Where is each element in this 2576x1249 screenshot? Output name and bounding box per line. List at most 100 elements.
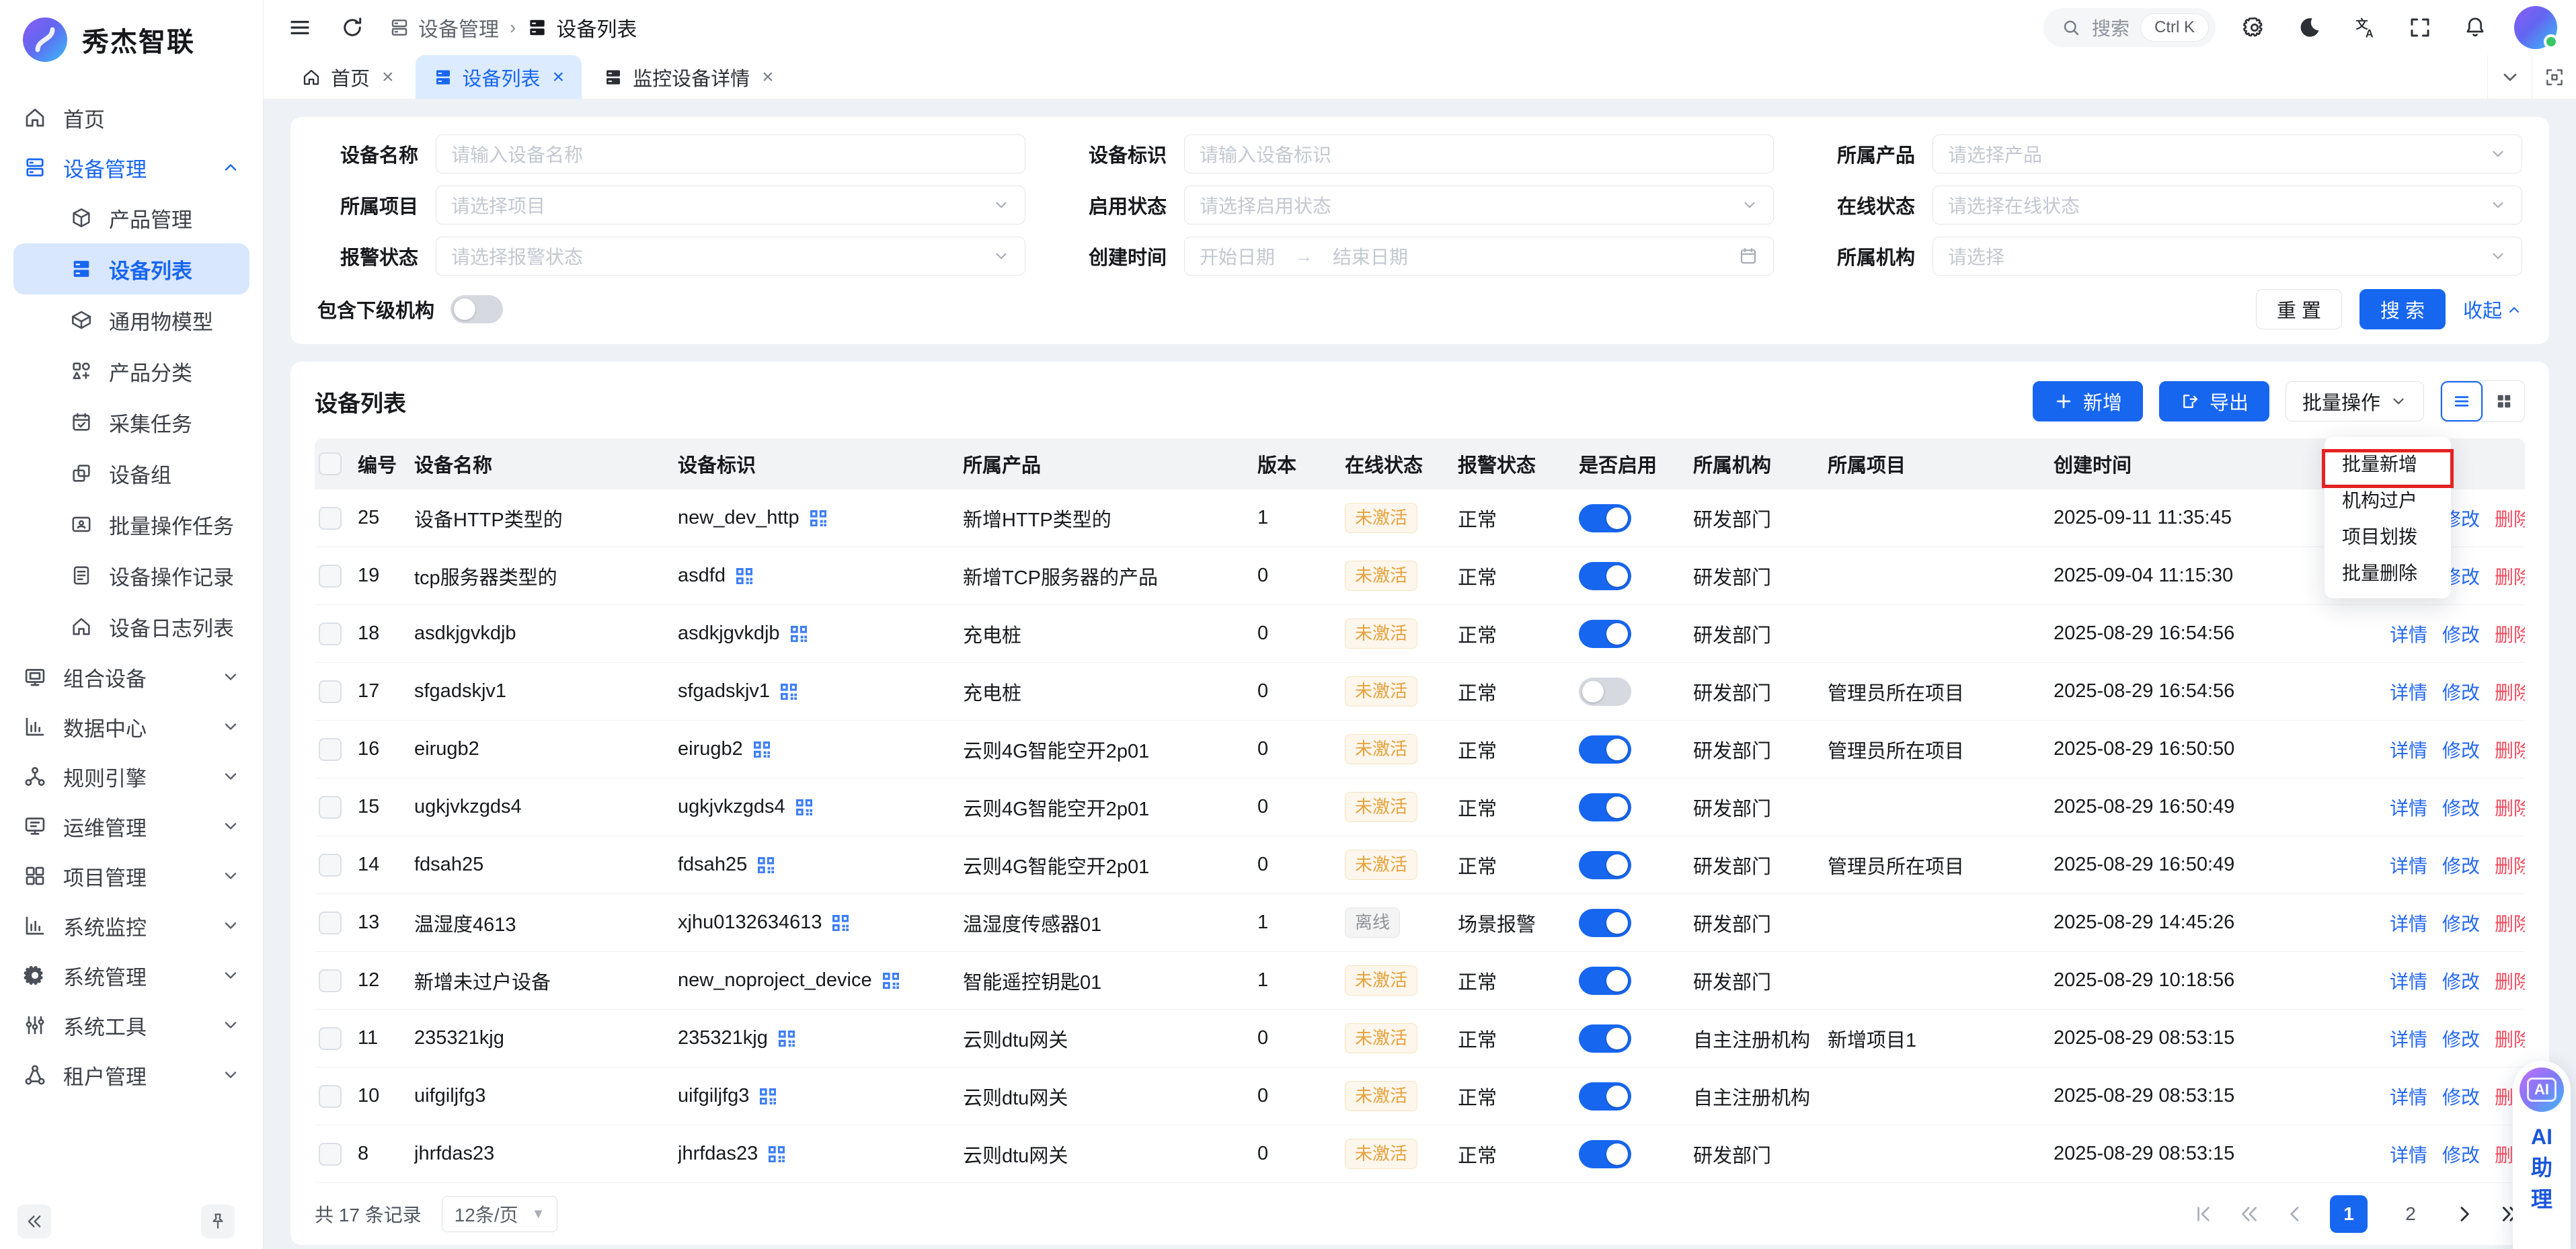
tab-home[interactable]: 首页 × — [284, 55, 412, 99]
ai-assistant-icon[interactable]: AI — [2520, 1067, 2564, 1112]
delete-link[interactable]: 删除 — [2495, 736, 2525, 763]
detail-link[interactable]: 详情 — [2390, 794, 2427, 821]
hamburger-menu-icon[interactable] — [284, 11, 316, 44]
sidebar-item-combo-device[interactable]: 组合设备 — [0, 652, 263, 702]
qr-code-icon[interactable] — [755, 854, 777, 876]
dark-mode-moon-icon[interactable] — [2294, 11, 2326, 44]
language-translate-icon[interactable]: 文A — [2349, 11, 2381, 44]
sidebar-item-system-monitor[interactable]: 系统监控 — [0, 901, 263, 951]
include-sub-org-toggle[interactable] — [451, 295, 503, 323]
page-size-select[interactable]: 12条/页 ▼ — [442, 1196, 558, 1232]
create-time-daterange[interactable]: 开始日期 → 结束日期 — [1184, 237, 1774, 276]
delete-link[interactable]: 删除 — [2495, 620, 2525, 647]
batch-menu-item-2[interactable]: 项目划拨 — [2325, 518, 2451, 554]
sidebar-item-project-management[interactable]: 项目管理 — [0, 851, 263, 901]
page-number-1[interactable]: 1 — [2330, 1195, 2368, 1233]
qr-code-icon[interactable] — [808, 508, 829, 529]
edit-link[interactable]: 修改 — [2442, 678, 2480, 705]
enable-status-select[interactable]: 请选择启用状态 — [1184, 186, 1774, 225]
edit-link[interactable]: 修改 — [2442, 620, 2480, 647]
row-checkbox[interactable] — [319, 738, 342, 761]
sidebar-item-device-management[interactable]: 设备管理 — [0, 143, 263, 192]
settings-gear-icon[interactable] — [2238, 11, 2271, 44]
row-checkbox[interactable] — [319, 796, 342, 819]
delete-link[interactable]: 删除 — [2495, 563, 2525, 590]
edit-link[interactable]: 修改 — [2442, 794, 2480, 821]
sidebar-item-system-tools[interactable]: 系统工具 — [0, 1000, 263, 1050]
breadcrumb-device-list[interactable]: 设备列表 — [526, 13, 637, 42]
row-checkbox[interactable] — [319, 1085, 342, 1108]
row-checkbox[interactable] — [319, 854, 342, 877]
delete-link[interactable]: 删除 — [2495, 852, 2525, 879]
user-avatar[interactable] — [2514, 6, 2557, 49]
delete-link[interactable]: 删除 — [2495, 1025, 2525, 1052]
row-checkbox[interactable] — [319, 507, 342, 530]
enabled-toggle[interactable] — [1579, 967, 1631, 995]
edit-link[interactable]: 修改 — [2442, 1141, 2480, 1168]
grid-view-icon[interactable] — [2483, 381, 2524, 421]
edit-link[interactable]: 修改 — [2442, 1083, 2480, 1110]
jump-back-icon[interactable] — [2238, 1203, 2260, 1225]
sidebar-item-batch-task[interactable]: 批量操作任务 — [0, 499, 263, 550]
qr-code-icon[interactable] — [734, 565, 755, 587]
delete-link[interactable]: 删除 — [2495, 967, 2525, 994]
detail-link[interactable]: 详情 — [2390, 910, 2427, 936]
enabled-toggle[interactable] — [1579, 620, 1631, 648]
enabled-toggle[interactable] — [1579, 1140, 1631, 1168]
qr-code-icon[interactable] — [793, 797, 815, 818]
batch-menu-item-0[interactable]: 批量新增 — [2325, 445, 2451, 481]
batch-menu-item-3[interactable]: 批量删除 — [2325, 554, 2451, 590]
device-name-input[interactable]: 请输入设备名称 — [436, 134, 1025, 173]
product-select[interactable]: 请选择产品 — [1933, 134, 2522, 173]
sidebar-item-rule-engine[interactable]: 规则引擎 — [0, 752, 263, 801]
qr-code-icon[interactable] — [778, 681, 799, 702]
enabled-toggle[interactable] — [1579, 1082, 1631, 1111]
detail-link[interactable]: 详情 — [2390, 678, 2427, 705]
qr-code-icon[interactable] — [788, 623, 810, 645]
sidebar-item-tenant-management[interactable]: 租户管理 — [0, 1050, 263, 1100]
row-checkbox[interactable] — [319, 1027, 342, 1050]
close-icon[interactable]: × — [762, 66, 774, 89]
close-icon[interactable]: × — [553, 66, 565, 89]
online-status-select[interactable]: 请选择在线状态 — [1933, 186, 2522, 225]
sidebar-pin-button[interactable] — [201, 1205, 235, 1238]
page-number-2[interactable]: 2 — [2392, 1195, 2429, 1233]
sidebar-item-operation-record[interactable]: 设备操作记录 — [0, 550, 263, 601]
row-checkbox[interactable] — [319, 912, 342, 934]
refresh-icon[interactable] — [336, 11, 368, 44]
collapse-link[interactable]: 收起 — [2463, 295, 2522, 323]
tab-device-list[interactable]: 设备列表 × — [416, 55, 582, 99]
sidebar-item-home[interactable]: 首页 — [0, 93, 263, 143]
tab-list-chevron-icon[interactable] — [2487, 55, 2532, 99]
fullscreen-icon[interactable] — [2404, 11, 2436, 44]
row-checkbox[interactable] — [319, 680, 342, 703]
prev-page-icon[interactable] — [2284, 1203, 2306, 1225]
batch-menu-item-1[interactable]: 机构过户 — [2325, 481, 2451, 518]
sidebar-item-ops-management[interactable]: 运维管理 — [0, 801, 263, 851]
row-checkbox[interactable] — [319, 565, 342, 588]
detail-link[interactable]: 详情 — [2390, 736, 2427, 763]
content-expand-icon[interactable] — [2532, 55, 2576, 99]
qr-code-icon[interactable] — [766, 1143, 787, 1165]
sidebar-item-product-category[interactable]: 产品分类 — [0, 346, 263, 397]
sidebar-item-product-management[interactable]: 产品管理 — [0, 192, 263, 243]
add-button[interactable]: 新增 — [2033, 381, 2143, 421]
list-view-icon[interactable] — [2441, 381, 2483, 421]
detail-link[interactable]: 详情 — [2390, 1141, 2427, 1168]
edit-link[interactable]: 修改 — [2442, 1025, 2480, 1052]
org-select[interactable]: 请选择 — [1933, 237, 2522, 276]
enabled-toggle[interactable] — [1579, 678, 1631, 706]
ai-assistant-widget[interactable]: AI AI助理 — [2513, 1061, 2571, 1249]
sidebar-item-data-center[interactable]: 数据中心 — [0, 702, 263, 752]
edit-link[interactable]: 修改 — [2442, 852, 2480, 879]
enabled-toggle[interactable] — [1579, 504, 1631, 532]
alarm-status-select[interactable]: 请选择报警状态 — [436, 237, 1025, 276]
project-select[interactable]: 请选择项目 — [436, 186, 1025, 225]
batch-operations-button[interactable]: 批量操作 — [2286, 381, 2424, 421]
detail-link[interactable]: 详情 — [2390, 852, 2427, 879]
detail-link[interactable]: 详情 — [2390, 967, 2427, 994]
reset-button[interactable]: 重 置 — [2256, 289, 2342, 329]
qr-code-icon[interactable] — [830, 912, 851, 934]
delete-link[interactable]: 删除 — [2495, 794, 2525, 821]
select-all-checkbox[interactable] — [319, 452, 342, 475]
